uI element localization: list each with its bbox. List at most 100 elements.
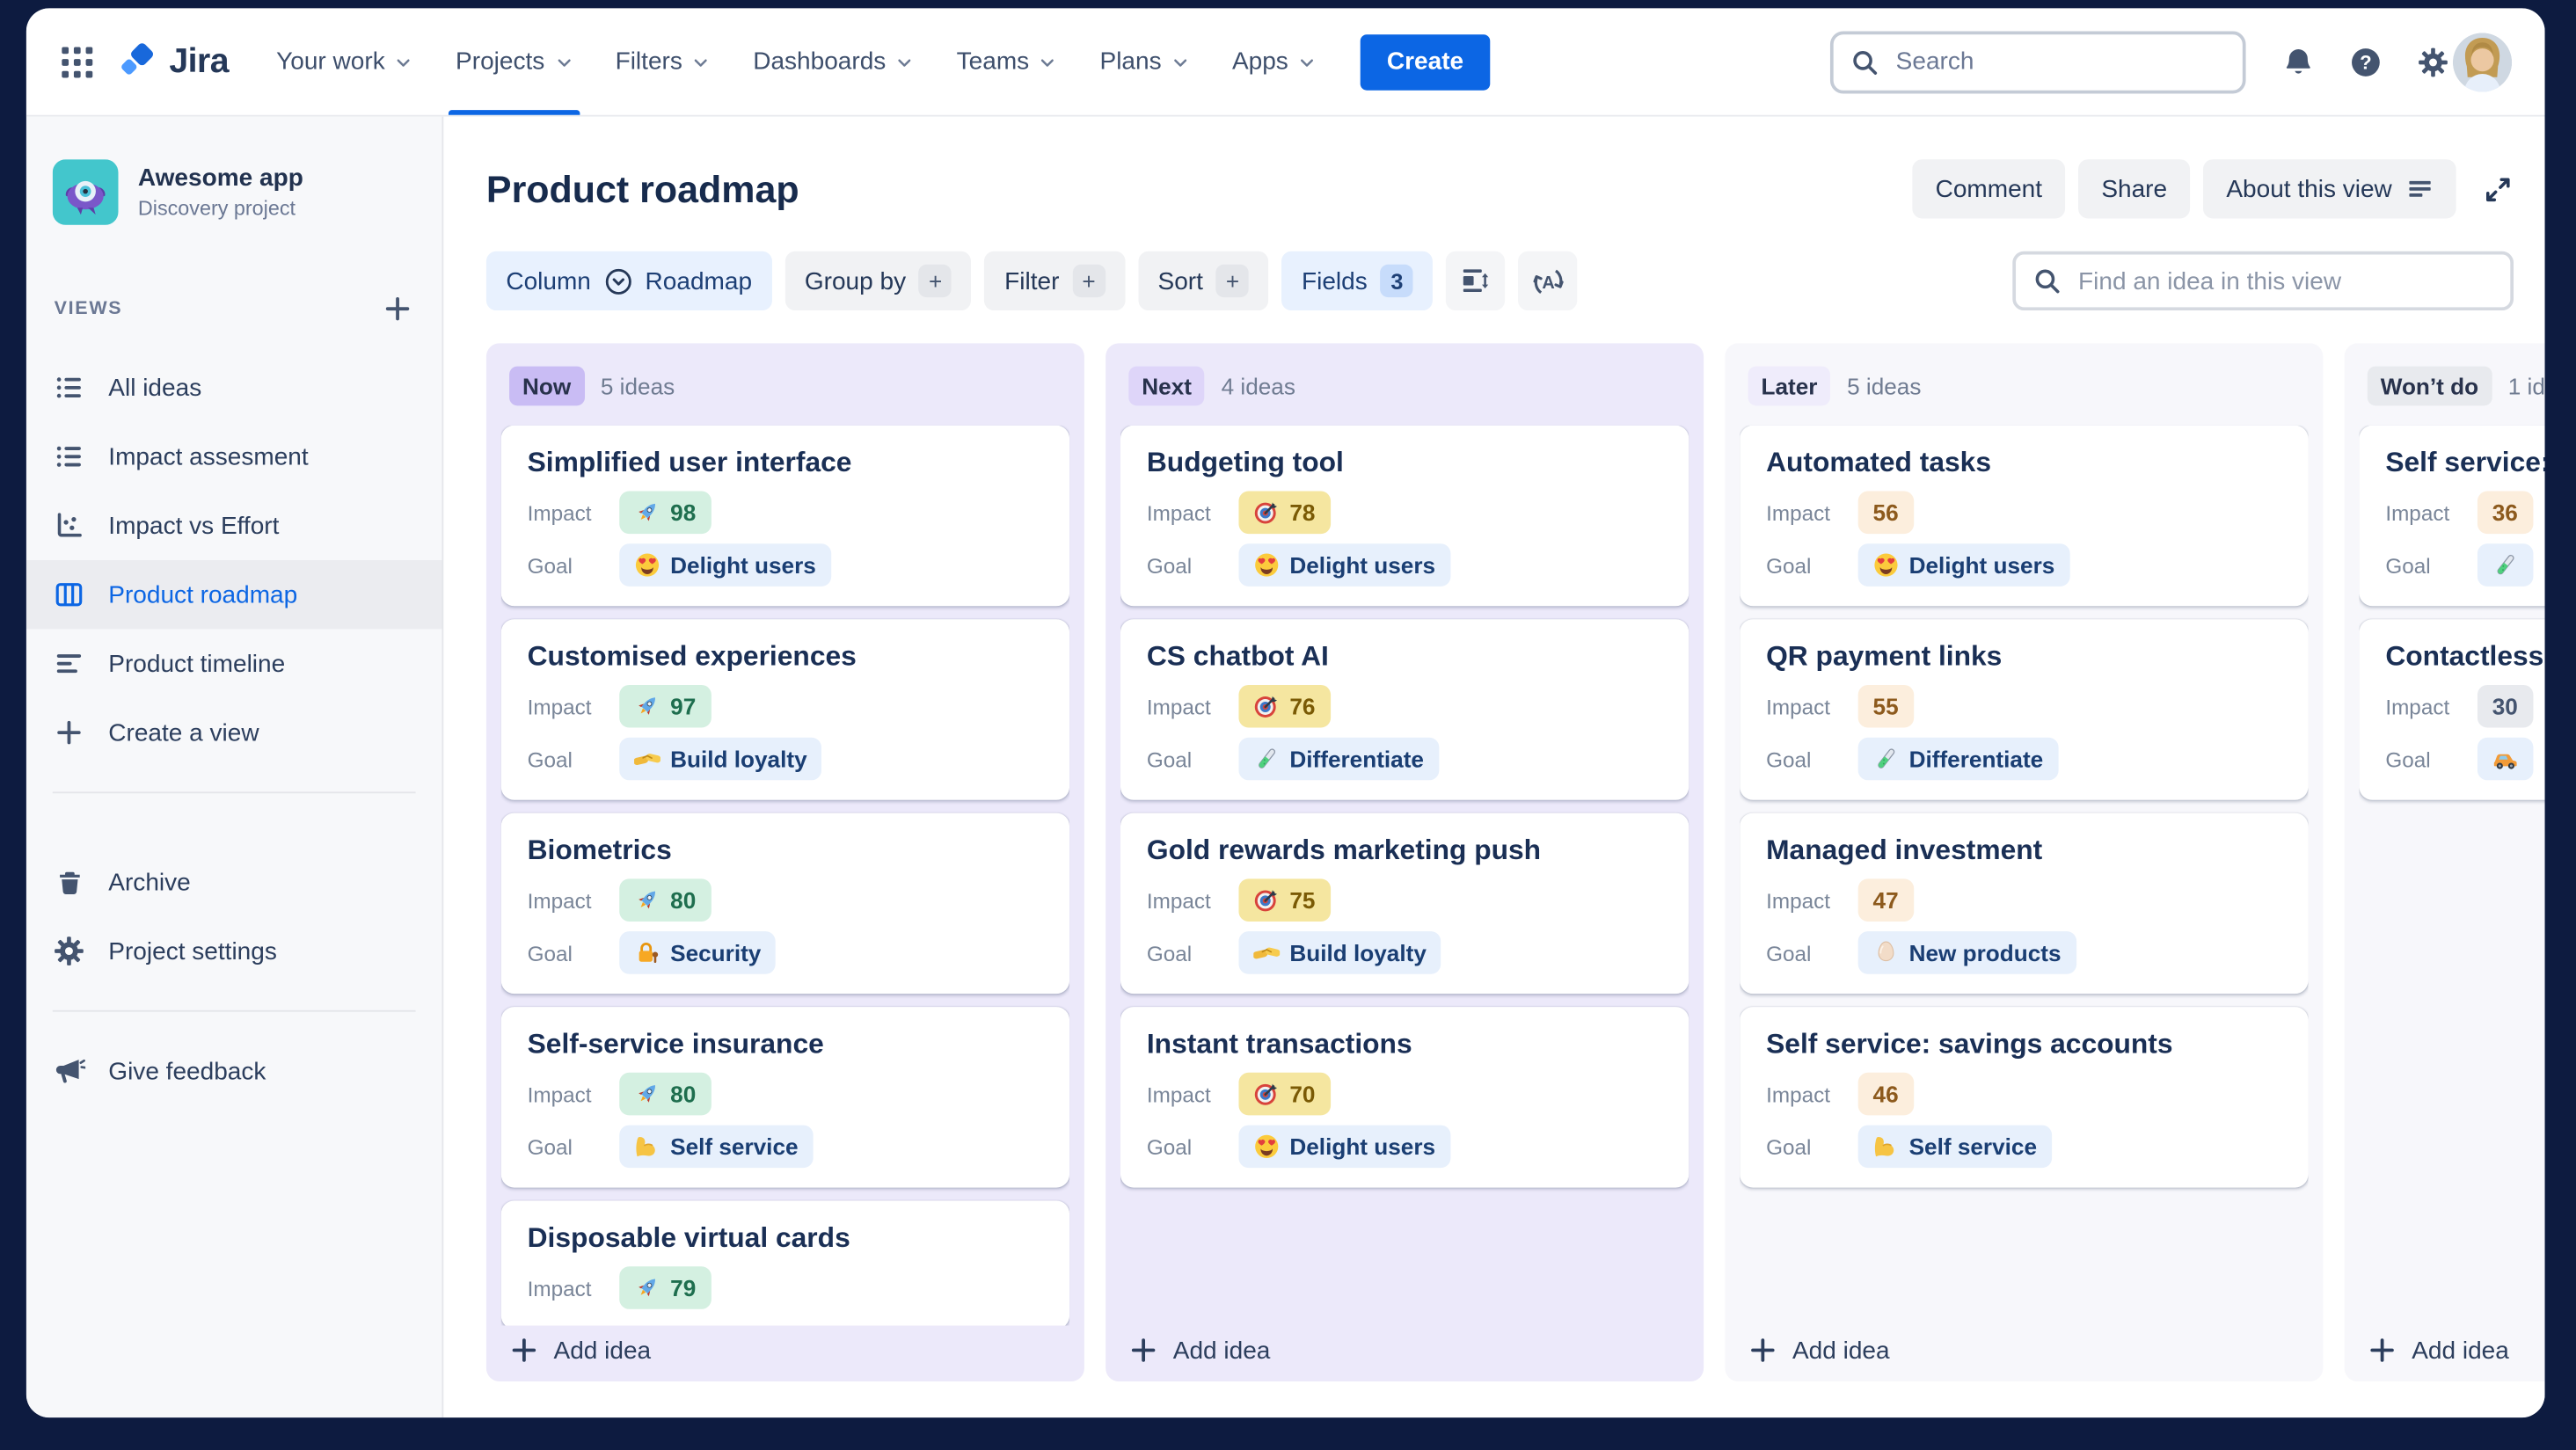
group-by-button[interactable]: Group by + xyxy=(784,251,972,311)
goal-chip[interactable]: Delight users xyxy=(1857,543,2070,587)
jira-logo[interactable]: Jira xyxy=(118,41,230,83)
idea-card[interactable]: Contactless Impact 30 Goal xyxy=(2359,619,2545,800)
goal-chip[interactable]: Build loyalty xyxy=(1238,931,1441,974)
impact-chip[interactable]: 97 xyxy=(619,684,712,728)
impact-chip[interactable]: 79 xyxy=(619,1266,712,1309)
impact-chip[interactable]: 55 xyxy=(1857,684,1914,728)
sidebar-item-impact-vs-effort[interactable]: Impact vs Effort xyxy=(26,492,442,560)
goal-chip[interactable]: Security xyxy=(619,931,777,974)
column-idea-count: 1 idea xyxy=(2507,373,2545,399)
flex-icon xyxy=(1873,1133,1900,1160)
app-switcher-icon[interactable] xyxy=(59,44,95,80)
idea-card[interactable]: Self service: Impact 36 Goal xyxy=(2359,425,2545,607)
impact-chip[interactable]: 56 xyxy=(1857,491,1914,535)
sidebar-item-give-feedback[interactable]: Give feedback xyxy=(26,1037,442,1105)
idea-card[interactable]: QR payment links Impact 55 Goal Differentiat… xyxy=(1740,619,2309,800)
idea-card[interactable]: Disposable virtual cards Impact 79 xyxy=(500,1200,1070,1326)
sidebar-item-product-timeline[interactable]: Product timeline xyxy=(26,629,442,697)
idea-card[interactable]: Biometrics Impact 80 Goal Security xyxy=(500,812,1070,995)
find-idea-input[interactable] xyxy=(2075,265,2494,297)
sidebar-item-all-ideas[interactable]: All ideas xyxy=(26,353,442,422)
nav-menu-your-work[interactable]: Your work xyxy=(276,8,412,114)
nav-menu-plans[interactable]: Plans xyxy=(1100,8,1190,114)
plus-icon xyxy=(53,718,85,747)
idea-card[interactable]: Instant transactions Impact 70 Goal Delight … xyxy=(1120,1007,1689,1188)
sidebar-item-archive[interactable]: Archive xyxy=(26,848,442,916)
column-status-badge: Next xyxy=(1128,366,1205,406)
expand-view-button[interactable] xyxy=(2483,173,2514,204)
impact-chip[interactable]: 76 xyxy=(1238,684,1331,728)
impact-chip[interactable]: 80 xyxy=(619,878,712,922)
about-this-view-button[interactable]: About this view xyxy=(2203,159,2456,219)
sort-button[interactable]: Sort + xyxy=(1138,251,1269,311)
goal-chip[interactable]: Delight users xyxy=(1238,543,1450,587)
target-icon xyxy=(1253,1081,1280,1107)
impact-chip[interactable]: 36 xyxy=(2477,491,2533,535)
user-avatar[interactable] xyxy=(2452,32,2513,91)
column-view-selector[interactable]: Column Roadmap xyxy=(485,251,772,311)
add-idea-button[interactable]: Add idea xyxy=(501,1325,1069,1365)
idea-card[interactable]: Budgeting tool Impact 78 Goal Delight users xyxy=(1120,425,1689,607)
idea-card[interactable]: Simplified user interface Impact 98 Goal Del… xyxy=(500,425,1070,607)
goal-row: Goal Delight users xyxy=(1147,543,1663,587)
nav-menu-projects[interactable]: Projects xyxy=(449,8,580,115)
nav-menu-filters[interactable]: Filters xyxy=(616,8,711,114)
goal-chip[interactable]: Differentiate xyxy=(1238,737,1439,781)
idea-card[interactable]: Managed investment Impact 47 Goal New produc… xyxy=(1740,812,2309,995)
find-idea-search[interactable] xyxy=(2012,251,2514,311)
add-view-icon[interactable] xyxy=(383,294,412,324)
sidebar-item-create-a-view[interactable]: Create a view xyxy=(26,698,442,767)
filter-button[interactable]: Filter + xyxy=(984,251,1126,311)
sort-alpha-button[interactable]: A xyxy=(1518,251,1578,311)
sidebar-item-impact-assesment[interactable]: Impact assesment xyxy=(26,422,442,491)
goal-chip[interactable] xyxy=(2477,737,2534,781)
impact-chip[interactable]: 46 xyxy=(1857,1072,1914,1116)
impact-chip[interactable]: 75 xyxy=(1238,878,1331,922)
goal-chip[interactable]: Self service xyxy=(1857,1125,2052,1169)
plus-icon xyxy=(1128,1336,1158,1366)
idea-card[interactable]: Customised experiences Impact 97 Goal Build … xyxy=(500,619,1070,800)
row-height-button[interactable] xyxy=(1446,251,1506,311)
global-search[interactable] xyxy=(1829,30,2246,93)
nav-menu-apps[interactable]: Apps xyxy=(1232,8,1317,114)
nav-menu-dashboards[interactable]: Dashboards xyxy=(753,8,914,114)
roadmap-board: Now 5 ideas Simplified user interface Impac… xyxy=(443,310,2545,1417)
impact-chip[interactable]: 47 xyxy=(1857,878,1914,922)
notifications-icon[interactable] xyxy=(2282,45,2315,77)
impact-chip[interactable]: 70 xyxy=(1238,1072,1331,1116)
settings-icon[interactable] xyxy=(2417,45,2449,77)
sidebar-item-project-settings[interactable]: Project settings xyxy=(26,916,442,985)
project-header[interactable]: Awesome app Discovery project xyxy=(26,159,442,225)
impact-row: Impact 55 xyxy=(1766,684,2282,728)
nav-menu-teams[interactable]: Teams xyxy=(957,8,1057,114)
share-button[interactable]: Share xyxy=(2078,159,2191,219)
impact-chip[interactable]: 30 xyxy=(2477,684,2533,728)
impact-chip[interactable]: 78 xyxy=(1238,491,1331,535)
idea-card[interactable]: Gold rewards marketing push Impact 75 Goal B… xyxy=(1120,812,1689,995)
goal-chip[interactable] xyxy=(2477,543,2534,587)
idea-card[interactable]: CS chatbot AI Impact 76 Goal Differentiate xyxy=(1120,619,1689,800)
goal-chip[interactable]: Delight users xyxy=(1238,1125,1450,1169)
idea-card[interactable]: Self-service insurance Impact 80 Goal Self s… xyxy=(500,1007,1070,1188)
goal-chip[interactable]: Build loyalty xyxy=(619,737,822,781)
create-button[interactable]: Create xyxy=(1361,33,1491,90)
add-idea-button[interactable]: Add idea xyxy=(1120,1325,1689,1365)
impact-chip[interactable]: 98 xyxy=(619,491,712,535)
idea-card[interactable]: Self service: savings accounts Impact 46 Go… xyxy=(1740,1007,2309,1188)
sidebar-item-product-roadmap[interactable]: Product roadmap xyxy=(26,559,442,630)
add-idea-button[interactable]: Add idea xyxy=(1740,1325,2308,1365)
impact-row: Impact 97 xyxy=(528,684,1044,728)
fields-button[interactable]: Fields 3 xyxy=(1281,251,1434,311)
add-idea-button[interactable]: Add idea xyxy=(2359,1325,2544,1365)
idea-card[interactable]: Automated tasks Impact 56 Goal Delight users xyxy=(1740,425,2309,607)
nav-icon-group: ? xyxy=(2282,45,2450,77)
impact-chip[interactable]: 80 xyxy=(619,1072,712,1116)
comment-button[interactable]: Comment xyxy=(1912,159,2066,219)
global-search-input[interactable] xyxy=(1892,46,2227,77)
goal-chip[interactable]: New products xyxy=(1857,931,2076,974)
goal-chip[interactable]: Differentiate xyxy=(1857,737,2059,781)
goal-row: Goal New products xyxy=(1766,931,2282,974)
goal-chip[interactable]: Self service xyxy=(619,1125,814,1169)
goal-chip[interactable]: Delight users xyxy=(619,543,831,587)
help-icon[interactable]: ? xyxy=(2349,45,2382,77)
